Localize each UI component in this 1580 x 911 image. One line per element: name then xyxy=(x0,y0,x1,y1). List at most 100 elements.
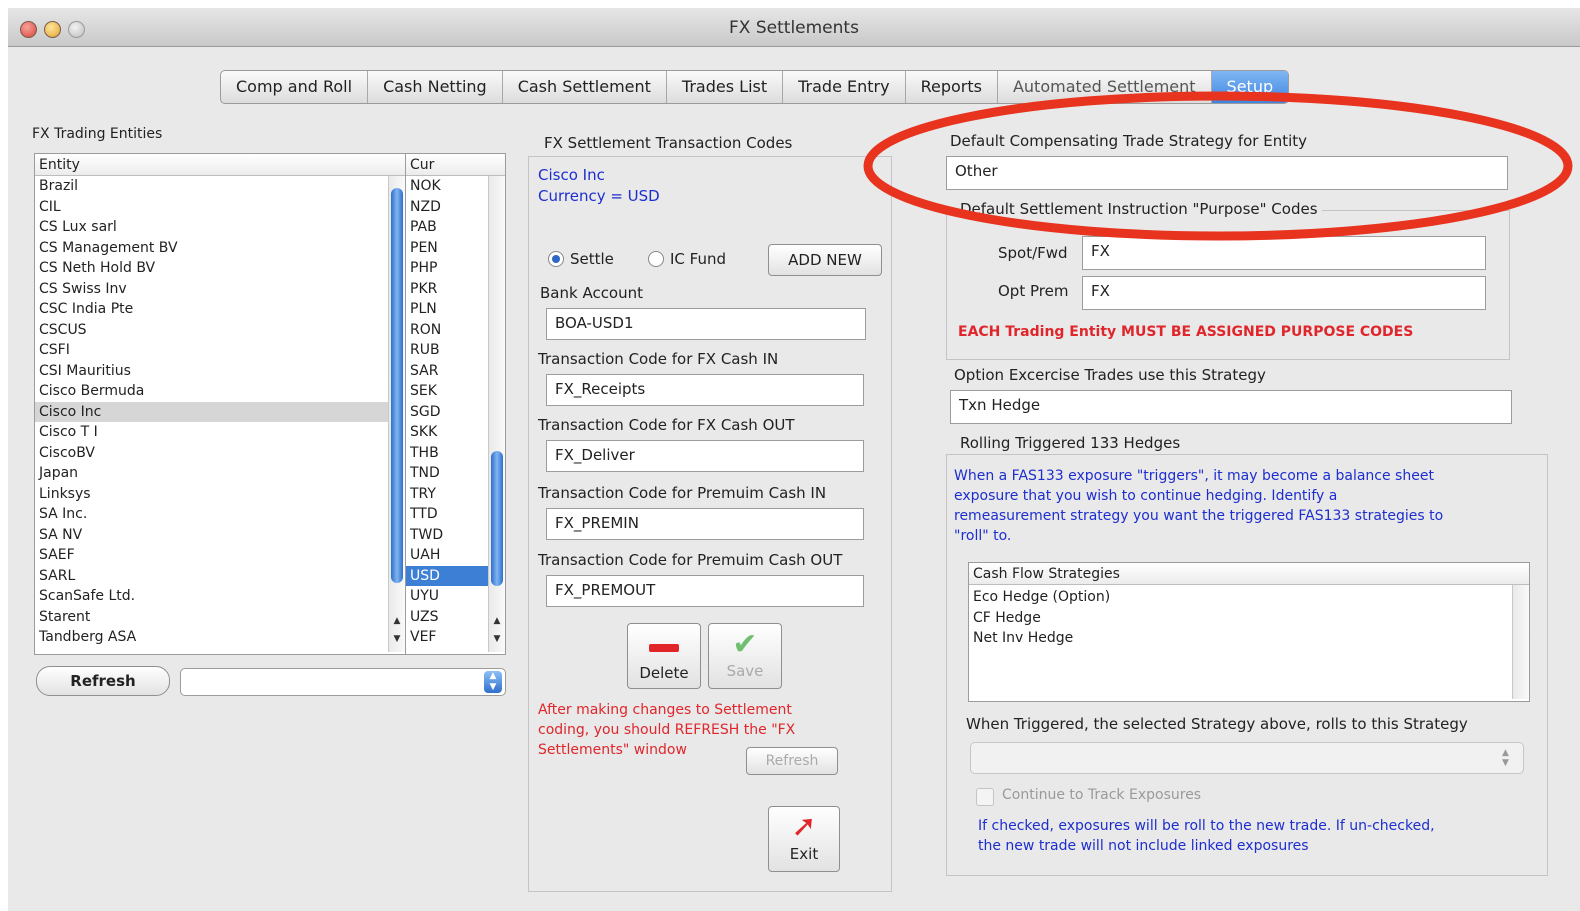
entity-rows: Brazil CIL CS Lux sarl CS Management BV CS N… xyxy=(35,176,405,648)
delete-button-label: Delete xyxy=(639,664,689,682)
entity-list-item[interactable]: SARL xyxy=(35,566,405,587)
codes-refresh-button[interactable]: Refresh xyxy=(746,747,838,775)
entity-list-item[interactable]: Japan xyxy=(35,463,405,484)
entity-list-item[interactable]: Cisco Inc xyxy=(35,401,405,422)
rolling-description-line-2: exposure that you wish to continue hedgi… xyxy=(954,488,1338,504)
entity-list-item[interactable]: Cisco Bermuda xyxy=(35,381,405,402)
refresh-warning-line-3: Settlements" window xyxy=(538,742,687,758)
tab-cash-netting[interactable]: Cash Netting xyxy=(368,71,503,103)
continue-note-line-2: the new trade will not include linked ex… xyxy=(978,838,1309,854)
list-item[interactable]: Net Inv Hedge xyxy=(969,628,1529,649)
entity-popup-select[interactable] xyxy=(180,668,506,696)
continue-note-line-1: If checked, exposures will be roll to th… xyxy=(978,818,1435,834)
tab-cash-settlement[interactable]: Cash Settlement xyxy=(503,71,667,103)
highlight-oval xyxy=(863,91,1573,241)
entity-list-item[interactable]: CSI Mauritius xyxy=(35,361,405,382)
scroll-up-arrow-icon[interactable]: ▲ xyxy=(489,616,505,626)
entity-list-item[interactable]: SAEF xyxy=(35,545,405,566)
window-title: FX Settlements xyxy=(729,18,859,38)
entity-list-item[interactable]: CIL xyxy=(35,197,405,218)
continue-tracking-checkbox[interactable] xyxy=(976,788,994,806)
entity-list-item[interactable]: Linksys xyxy=(35,484,405,505)
currency-scroll-thumb[interactable] xyxy=(491,451,503,586)
scroll-down-arrow-icon[interactable]: ▼ xyxy=(389,634,405,644)
popup-stepper-icon[interactable]: ▲ ▼ xyxy=(484,671,502,693)
currency-list[interactable]: Cur NOK NZD PAB PEN PHP PKR PLN RON RUB SAR SEK SGD… xyxy=(405,153,506,655)
exit-button[interactable]: ➚ Exit xyxy=(768,806,840,872)
currency-list-scrollbar[interactable]: ▲ ▼ xyxy=(488,176,505,652)
entity-list-item[interactable]: SA Inc. xyxy=(35,504,405,525)
highlight-oval-annotation xyxy=(863,91,1573,241)
minus-icon xyxy=(649,644,679,652)
rolling-hedges-section-label: Rolling Triggered 133 Hedges xyxy=(956,434,1185,452)
entities-refresh-button[interactable]: Refresh xyxy=(36,666,170,696)
cash-flow-strategies-list[interactable]: Cash Flow Strategies Eco Hedge (Option) … xyxy=(968,562,1530,702)
settle-radio-label: Settle xyxy=(570,250,614,268)
entity-column-header[interactable]: Entity xyxy=(35,154,405,176)
option-exercise-label: Option Excercise Trades use this Strateg… xyxy=(954,366,1266,384)
tab-comp-and-roll[interactable]: Comp and Roll xyxy=(221,71,369,103)
premium-in-field[interactable]: FX_PREMIN xyxy=(546,508,864,540)
delete-button[interactable]: Delete xyxy=(627,623,701,689)
entity-list-scrollbar[interactable]: ▲ ▼ xyxy=(388,176,405,652)
entity-list-item[interactable]: CiscoBV xyxy=(35,443,405,464)
entity-list-item[interactable]: ScanSafe Ltd. xyxy=(35,586,405,607)
currency-column-header[interactable]: Cur xyxy=(406,154,505,176)
refresh-warning-line-1: After making changes to Settlement xyxy=(538,702,792,718)
scroll-up-arrow-icon[interactable]: ▲ xyxy=(389,616,405,626)
opt-prem-field[interactable]: FX xyxy=(1082,276,1486,310)
select-stepper-icon: ▲ ▼ xyxy=(1502,748,1509,768)
when-triggered-label: When Triggered, the selected Strategy ab… xyxy=(966,715,1468,733)
premium-out-field[interactable]: FX_PREMOUT xyxy=(546,575,864,607)
entity-list-item[interactable]: CS Swiss Inv xyxy=(35,279,405,300)
purpose-codes-warning: EACH Trading Entity MUST BE ASSIGNED PUR… xyxy=(958,324,1414,340)
fx-settlements-window: FX Settlements Comp and Roll Cash Nettin… xyxy=(8,8,1580,911)
entities-section-label: FX Trading Entities xyxy=(32,126,163,142)
cash-flow-strategies-header[interactable]: Cash Flow Strategies xyxy=(969,563,1529,585)
cash-flow-scrollbar[interactable] xyxy=(1512,585,1529,699)
entity-list-item[interactable]: Starent xyxy=(35,607,405,628)
transaction-codes-section-label: FX Settlement Transaction Codes xyxy=(540,134,797,152)
premium-out-label: Transaction Code for Premuim Cash OUT xyxy=(538,551,843,569)
entity-list-item[interactable]: Cisco T I xyxy=(35,422,405,443)
settle-radio[interactable] xyxy=(548,251,564,267)
entity-scroll-thumb[interactable] xyxy=(391,188,403,583)
continue-tracking-label: Continue to Track Exposures xyxy=(1002,787,1202,803)
rolling-description-line-1: When a FAS133 exposure "triggers", it ma… xyxy=(954,468,1434,484)
rolls-to-strategy-select[interactable] xyxy=(970,742,1524,774)
selected-currency-line: Currency = USD xyxy=(538,187,660,205)
tab-trades-list[interactable]: Trades List xyxy=(667,71,784,103)
entity-list-item[interactable]: Brazil xyxy=(35,176,405,197)
bank-account-field[interactable]: BOA-USD1 xyxy=(546,308,866,340)
entity-list-item[interactable]: CSC India Pte xyxy=(35,299,405,320)
entity-list-item[interactable]: SA NV xyxy=(35,525,405,546)
option-exercise-field[interactable]: Txn Hedge xyxy=(950,390,1512,424)
cash-out-label: Transaction Code for FX Cash OUT xyxy=(538,416,795,434)
exit-button-label: Exit xyxy=(789,845,819,863)
list-item[interactable]: CF Hedge xyxy=(969,608,1529,629)
checkmark-icon: ✔ xyxy=(732,627,758,662)
selected-entity-name: Cisco Inc xyxy=(538,166,605,184)
rolling-description-line-4: "roll" to. xyxy=(954,528,1012,544)
entity-list-item[interactable]: CS Management BV xyxy=(35,238,405,259)
bank-account-label: Bank Account xyxy=(540,284,644,302)
list-item[interactable]: Eco Hedge (Option) xyxy=(969,587,1529,608)
cash-out-field[interactable]: FX_Deliver xyxy=(546,440,864,472)
save-button[interactable]: ✔ Save xyxy=(708,623,782,689)
cash-in-label: Transaction Code for FX Cash IN xyxy=(538,350,779,368)
refresh-warning-line-2: coding, you should REFRESH the "FX xyxy=(538,722,796,738)
entity-list-item[interactable]: CSCUS xyxy=(35,320,405,341)
ic-fund-radio-label: IC Fund xyxy=(670,250,727,268)
title-bar: FX Settlements xyxy=(8,8,1580,47)
entity-list-item[interactable]: CS Lux sarl xyxy=(35,217,405,238)
save-button-label: Save xyxy=(726,662,764,680)
exit-arrow-icon: ➚ xyxy=(791,809,817,844)
entity-list-item[interactable]: Tandberg ASA xyxy=(35,627,405,648)
entity-list[interactable]: Entity Brazil CIL CS Lux sarl CS Management… xyxy=(34,153,406,655)
scroll-down-arrow-icon[interactable]: ▼ xyxy=(489,634,505,644)
entity-list-item[interactable]: CS Neth Hold BV xyxy=(35,258,405,279)
entity-list-item[interactable]: CSFI xyxy=(35,340,405,361)
ic-fund-radio[interactable] xyxy=(648,251,664,267)
cash-in-field[interactable]: FX_Receipts xyxy=(546,374,864,406)
opt-prem-label: Opt Prem xyxy=(998,282,1069,300)
